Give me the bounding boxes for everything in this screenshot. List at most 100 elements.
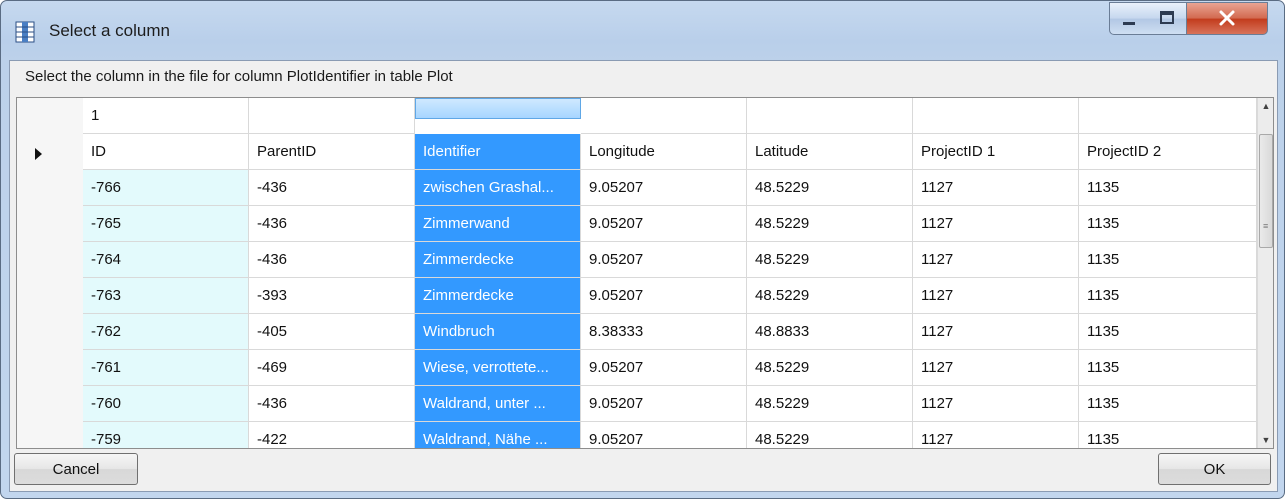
table-cell[interactable]: 1127 — [913, 242, 1079, 278]
table-cell[interactable]: -762 — [83, 314, 249, 350]
table-cell[interactable]: 1127 — [913, 206, 1079, 242]
table-cell[interactable]: 48.8833 — [747, 314, 913, 350]
table-row[interactable]: -761 -469 Wiese, verrottete... 9.05207 4… — [17, 350, 1257, 387]
table-row[interactable]: -762 -405 Windbruch 8.38333 48.8833 1127… — [17, 314, 1257, 351]
table-cell[interactable]: 1135 — [1079, 242, 1257, 278]
table-cell[interactable]: -765 — [83, 206, 249, 242]
table-cell[interactable]: 1135 — [1079, 278, 1257, 314]
table-cell[interactable]: -764 — [83, 242, 249, 278]
table-row[interactable]: -760 -436 Waldrand, unter ... 9.05207 48… — [17, 386, 1257, 423]
scroll-down-arrow-icon[interactable]: ▼ — [1258, 432, 1273, 448]
table-cell[interactable]: -405 — [249, 314, 415, 350]
table-row[interactable]: -759 -422 Waldrand, Nähe ... 9.05207 48.… — [17, 422, 1257, 448]
header-cell-latitude[interactable]: Latitude — [747, 134, 913, 170]
table-cell-selected[interactable]: Zimmerdecke — [415, 278, 581, 314]
current-row-header — [17, 134, 84, 171]
table-cell[interactable]: 1127 — [913, 314, 1079, 350]
table-cell[interactable]: 1135 — [1079, 206, 1257, 242]
table-cell[interactable]: 48.5229 — [747, 422, 913, 448]
minimize-button[interactable] — [1109, 2, 1149, 35]
table-cell[interactable]: -766 — [83, 170, 249, 206]
scroll-up-arrow-icon[interactable]: ▲ — [1258, 98, 1273, 114]
row-header — [17, 170, 84, 207]
table-cell[interactable]: 1127 — [913, 386, 1079, 422]
table-cell[interactable]: 48.5229 — [747, 350, 913, 386]
close-button[interactable] — [1187, 2, 1268, 35]
table-cell[interactable]: -436 — [249, 386, 415, 422]
header-cell-longitude[interactable]: Longitude — [581, 134, 747, 170]
table-cell[interactable]: -393 — [249, 278, 415, 314]
table-row[interactable]: -764 -436 Zimmerdecke 9.05207 48.5229 11… — [17, 242, 1257, 279]
table-cell[interactable]: -436 — [249, 242, 415, 278]
table-cell[interactable]: 48.5229 — [747, 242, 913, 278]
table-cell[interactable]: 9.05207 — [581, 422, 747, 448]
table-cell-selected[interactable]: Waldrand, Nähe ... — [415, 422, 581, 448]
row-header — [17, 278, 84, 315]
row-header — [17, 350, 84, 387]
table-cell[interactable]: 9.05207 — [581, 278, 747, 314]
column-number-cell[interactable]: 1 — [83, 98, 249, 134]
table-cell[interactable]: -469 — [249, 350, 415, 386]
table-cell-selected[interactable]: zwischen Grashal... — [415, 170, 581, 206]
title-bar[interactable]: Select a column — [1, 1, 1284, 61]
table-columns-icon — [15, 21, 35, 43]
table-cell[interactable]: -422 — [249, 422, 415, 448]
dialog-body: Select the column in the file for column… — [9, 60, 1278, 492]
table-cell[interactable]: 1135 — [1079, 422, 1257, 448]
table-cell[interactable]: 9.05207 — [581, 242, 747, 278]
table-cell[interactable]: 1135 — [1079, 314, 1257, 350]
table-cell[interactable]: 9.05207 — [581, 350, 747, 386]
header-cell-projectid-2[interactable]: ProjectID 2 — [1079, 134, 1257, 170]
column-number-cell[interactable] — [581, 98, 747, 134]
column-number-cell[interactable] — [1079, 98, 1257, 134]
table-row[interactable]: -765 -436 Zimmerwand 9.05207 48.5229 112… — [17, 206, 1257, 243]
column-number-cell[interactable] — [249, 98, 415, 134]
table-cell[interactable]: -759 — [83, 422, 249, 448]
table-row[interactable]: -763 -393 Zimmerdecke 9.05207 48.5229 11… — [17, 278, 1257, 315]
data-grid[interactable]: 1 ID ParentID Identifier Longitude Latit… — [16, 97, 1274, 449]
cancel-button[interactable]: Cancel — [14, 453, 138, 485]
column-number-cell[interactable] — [913, 98, 1079, 134]
table-cell[interactable]: 9.05207 — [581, 170, 747, 206]
table-cell[interactable]: 1127 — [913, 422, 1079, 448]
table-cell[interactable]: 48.5229 — [747, 206, 913, 242]
header-cell-projectid-1[interactable]: ProjectID 1 — [913, 134, 1079, 170]
table-cell-selected[interactable]: Wiese, verrottete... — [415, 350, 581, 386]
table-cell[interactable]: -436 — [249, 206, 415, 242]
header-cell-parentid[interactable]: ParentID — [249, 134, 415, 170]
table-cell-selected[interactable]: Zimmerdecke — [415, 242, 581, 278]
table-cell[interactable]: 48.5229 — [747, 386, 913, 422]
header-cell-id[interactable]: ID — [83, 134, 249, 170]
table-cell[interactable]: -760 — [83, 386, 249, 422]
column-number-cell[interactable] — [747, 98, 913, 134]
grip-icon: ≡ — [1263, 221, 1269, 231]
window-title: Select a column — [49, 21, 170, 40]
table-cell[interactable]: 1127 — [913, 350, 1079, 386]
table-cell[interactable]: -436 — [249, 170, 415, 206]
table-cell[interactable]: -763 — [83, 278, 249, 314]
table-cell[interactable]: -761 — [83, 350, 249, 386]
ok-button[interactable]: OK — [1158, 453, 1271, 485]
table-row[interactable]: -766 -436 zwischen Grashal... 9.05207 48… — [17, 170, 1257, 207]
table-cell[interactable]: 1127 — [913, 170, 1079, 206]
column-selector-row[interactable]: 1 — [17, 98, 1257, 135]
maximize-button[interactable] — [1148, 2, 1187, 35]
vertical-scrollbar[interactable]: ▲ ≡ ▼ — [1257, 98, 1273, 448]
selected-column-marker[interactable] — [415, 98, 581, 119]
scrollbar-thumb[interactable]: ≡ — [1259, 134, 1273, 248]
table-cell[interactable]: 9.05207 — [581, 206, 747, 242]
table-cell[interactable]: 1135 — [1079, 386, 1257, 422]
header-cell-identifier[interactable]: Identifier — [415, 134, 581, 170]
table-cell[interactable]: 9.05207 — [581, 386, 747, 422]
table-cell[interactable]: 1127 — [913, 278, 1079, 314]
table-cell-selected[interactable]: Waldrand, unter ... — [415, 386, 581, 422]
table-cell[interactable]: 48.5229 — [747, 278, 913, 314]
table-cell[interactable]: 1135 — [1079, 350, 1257, 386]
column-header-row[interactable]: ID ParentID Identifier Longitude Latitud… — [17, 134, 1257, 171]
table-cell-selected[interactable]: Zimmerwand — [415, 206, 581, 242]
table-cell[interactable]: 1135 — [1079, 170, 1257, 206]
table-cell[interactable]: 8.38333 — [581, 314, 747, 350]
table-cell[interactable]: 48.5229 — [747, 170, 913, 206]
close-icon — [1219, 10, 1235, 26]
table-cell-selected[interactable]: Windbruch — [415, 314, 581, 350]
